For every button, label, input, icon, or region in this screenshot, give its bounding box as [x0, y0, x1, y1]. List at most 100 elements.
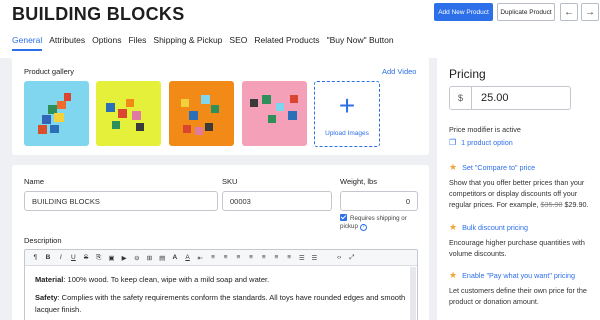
- sku-input[interactable]: 00003: [222, 191, 332, 211]
- bullet-list-icon[interactable]: ☰: [295, 254, 308, 262]
- copy-format-icon[interactable]: ⎘: [92, 254, 105, 262]
- description-editor[interactable]: ¶ B I U S ⎘ ▣ ▶ ⊖ ⊞ ▤ A A ⇤ ≡ ≡ ≡ ≡ ≡ ≡ …: [24, 249, 418, 320]
- tab-related-products[interactable]: Related Products: [254, 35, 319, 51]
- link-icon[interactable]: ⊖: [131, 254, 144, 262]
- gallery-image[interactable]: [169, 81, 234, 146]
- previous-product-button[interactable]: ←: [560, 3, 578, 21]
- background-color-icon[interactable]: A: [181, 254, 194, 261]
- bold-icon[interactable]: B: [42, 254, 55, 261]
- underline-icon[interactable]: U: [67, 254, 80, 261]
- tab-seo[interactable]: SEO: [229, 35, 247, 51]
- weight-label: Weight, lbs: [340, 177, 377, 186]
- align-center-icon[interactable]: ≡: [219, 254, 232, 261]
- gallery-image[interactable]: [242, 81, 307, 146]
- bulk-discount-description: Encourage higher purchase quantities wit…: [449, 238, 585, 258]
- next-product-button[interactable]: →: [581, 3, 599, 21]
- add-new-product-button[interactable]: Add New Product: [434, 3, 493, 21]
- name-input[interactable]: BUILDING BLOCKS: [24, 191, 218, 211]
- gallery-image[interactable]: [96, 81, 161, 146]
- duplicate-product-button[interactable]: Duplicate Product: [497, 3, 555, 21]
- paragraph-format-icon[interactable]: ¶: [29, 254, 42, 261]
- material-text: : 100% wood. To keep clean, wipe with a …: [63, 275, 270, 284]
- requires-shipping-label: Requires shipping or pickup: [340, 215, 407, 230]
- image-icon[interactable]: ▣: [105, 254, 118, 262]
- star-icon: ★: [449, 222, 458, 232]
- tab-attributes[interactable]: Attributes: [49, 35, 85, 51]
- gallery-image[interactable]: [24, 81, 89, 146]
- indent-icon[interactable]: ⇤: [194, 254, 207, 262]
- material-label: Material: [35, 275, 64, 284]
- star-icon: ★: [449, 270, 458, 280]
- tab-options[interactable]: Options: [92, 35, 121, 51]
- text-color-icon[interactable]: A: [169, 254, 182, 261]
- product-gallery-card: Product gallery Add Video + Upload Image…: [12, 57, 429, 155]
- line-height-icon[interactable]: ≡: [283, 254, 296, 261]
- code-view-icon[interactable]: ‹›: [333, 254, 346, 261]
- bulk-discount-link[interactable]: ★ Bulk discount pricing: [449, 222, 528, 233]
- description-paragraph: Safety: Complies with the safety require…: [35, 292, 407, 316]
- description-paragraph: Material: 100% wood. To keep clean, wipe…: [35, 274, 407, 286]
- star-icon: ★: [449, 162, 458, 172]
- video-icon[interactable]: ▶: [118, 254, 131, 262]
- gallery-label: Product gallery: [24, 67, 75, 76]
- align-justify-icon[interactable]: ≡: [245, 254, 258, 261]
- new-price-example: $29.90.: [562, 200, 589, 209]
- align-right-icon[interactable]: ≡: [232, 254, 245, 261]
- info-icon[interactable]: ?: [359, 224, 367, 231]
- page-header: BUILDING BLOCKS Add New Product Duplicat…: [0, 0, 600, 58]
- pricing-title: Pricing: [449, 67, 486, 81]
- editor-toolbar: ¶ B I U S ⎘ ▣ ▶ ⊖ ⊞ ▤ A A ⇤ ≡ ≡ ≡ ≡ ≡ ≡ …: [25, 250, 417, 266]
- arrow-left-icon: ←: [564, 6, 574, 18]
- upload-images-button[interactable]: + Upload Images: [314, 81, 380, 147]
- bulk-discount-label: Bulk discount pricing: [462, 223, 528, 232]
- blocks-image: [242, 81, 307, 146]
- page-title: BUILDING BLOCKS: [12, 4, 185, 24]
- copy-icon: ❐: [449, 138, 457, 147]
- editor-scrollbar[interactable]: [410, 267, 416, 320]
- arrow-right-icon: →: [585, 6, 595, 18]
- fullscreen-icon[interactable]: ⤢: [346, 254, 359, 262]
- price-input[interactable]: $ 25.00: [449, 86, 571, 110]
- add-video-link[interactable]: Add Video: [382, 67, 416, 76]
- requires-shipping-checkbox-row[interactable]: Requires shipping or pickup ?: [340, 214, 415, 231]
- sku-label: SKU: [222, 177, 238, 186]
- numbered-list-icon[interactable]: ☰: [308, 254, 321, 262]
- pay-what-you-want-link[interactable]: ★ Enable "Pay what you want" pricing: [449, 270, 575, 281]
- align-left-icon[interactable]: ≡: [207, 254, 220, 261]
- tab-shipping-pickup[interactable]: Shipping & Pickup: [153, 35, 222, 51]
- price-value[interactable]: 25.00: [472, 92, 509, 104]
- blocks-image: [96, 81, 161, 146]
- outdent-icon[interactable]: ≡: [257, 254, 270, 261]
- pricing-card: Pricing $ 25.00 Price modifier is active…: [437, 57, 600, 320]
- price-modifier-status: Price modifier is active: [449, 125, 521, 134]
- editor-content[interactable]: Material: 100% wood. To keep clean, wipe…: [25, 266, 417, 320]
- pay-what-you-want-label: Enable "Pay what you want" pricing: [462, 271, 576, 280]
- safety-text: : Complies with the safety requirements …: [35, 293, 406, 314]
- name-label: Name: [24, 177, 45, 186]
- weight-input[interactable]: 0: [340, 191, 418, 211]
- indent-more-icon[interactable]: ≡: [270, 254, 283, 261]
- block-icon[interactable]: ▤: [156, 254, 169, 262]
- upload-images-label: Upload Images: [325, 129, 369, 137]
- set-compare-price-link[interactable]: ★ Set "Compare to" price: [449, 162, 535, 173]
- currency-symbol: $: [450, 87, 472, 109]
- pay-what-you-want-description: Let customers define their own price for…: [449, 286, 587, 306]
- blocks-image: [24, 81, 89, 146]
- checkbox-checked-icon[interactable]: [340, 214, 347, 221]
- strikethrough-icon[interactable]: S: [80, 254, 93, 261]
- tab-buy-now-button[interactable]: "Buy Now" Button: [327, 35, 394, 51]
- compare-price-description: Show that you offer better prices than y…: [449, 177, 597, 210]
- tab-bar: General Attributes Options Files Shippin…: [12, 35, 401, 51]
- plus-icon: +: [338, 89, 356, 121]
- old-price-example: $35.90: [540, 200, 563, 209]
- product-option-label: 1 product option: [461, 138, 513, 147]
- product-option-link[interactable]: ❐ 1 product option: [449, 138, 513, 147]
- table-icon[interactable]: ⊞: [143, 254, 156, 262]
- description-label: Description: [24, 236, 62, 245]
- tab-files[interactable]: Files: [128, 35, 146, 51]
- blocks-image: [169, 81, 234, 146]
- safety-label: Safety: [35, 293, 58, 302]
- italic-icon[interactable]: I: [54, 254, 67, 261]
- compare-price-label: Set "Compare to" price: [462, 163, 536, 172]
- tab-general[interactable]: General: [12, 35, 43, 51]
